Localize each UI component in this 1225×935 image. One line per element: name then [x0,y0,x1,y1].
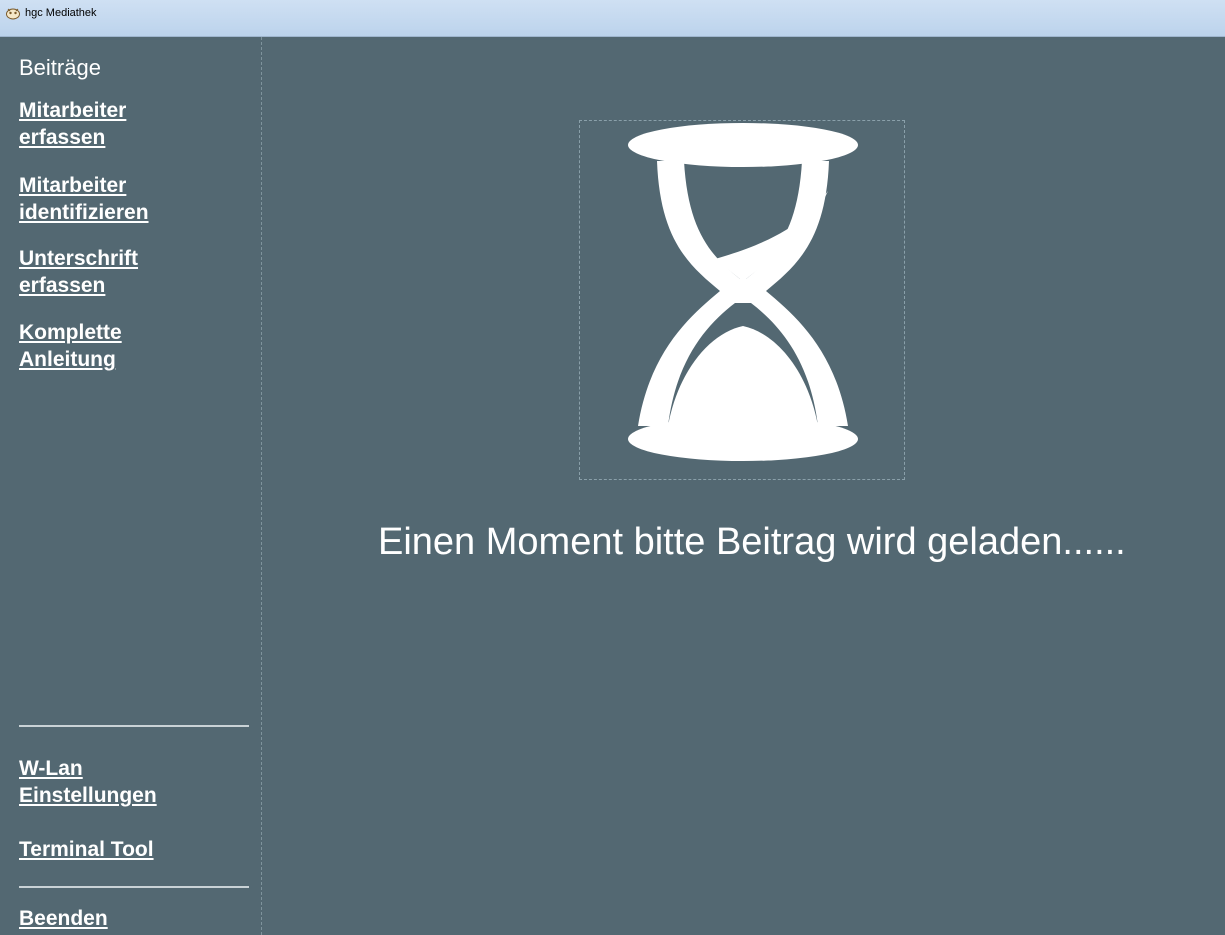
loading-message: Einen Moment bitte Beitrag wird geladen.… [378,521,1126,563]
window-title: hgc Mediathek [25,7,97,19]
link-unterschrift-erfassen[interactable]: Unterschrift erfassen [19,245,138,299]
main-content: Einen Moment bitte Beitrag wird geladen.… [263,37,1225,935]
title-bar: hgc Mediathek [0,0,1225,37]
link-terminal-tool[interactable]: Terminal Tool [19,836,154,863]
link-wlan-einstellungen[interactable]: W-Lan Einstellungen [19,755,157,809]
link-mitarbeiter-erfassen[interactable]: Mitarbeiter erfassen [19,97,126,151]
section-heading: Beiträge [19,55,101,80]
hourglass-icon [579,120,905,480]
app-logo-icon [5,6,21,20]
sidebar-divider [19,725,249,727]
link-komplette-anleitung[interactable]: Komplette Anleitung [19,319,122,373]
exit-link[interactable]: Beenden [19,905,108,932]
sidebar: Beiträge Mitarbeiter erfassen Mitarbeite… [0,37,262,935]
sidebar-divider [19,886,249,888]
link-mitarbeiter-identifizieren[interactable]: Mitarbeiter identifizieren [19,172,149,226]
